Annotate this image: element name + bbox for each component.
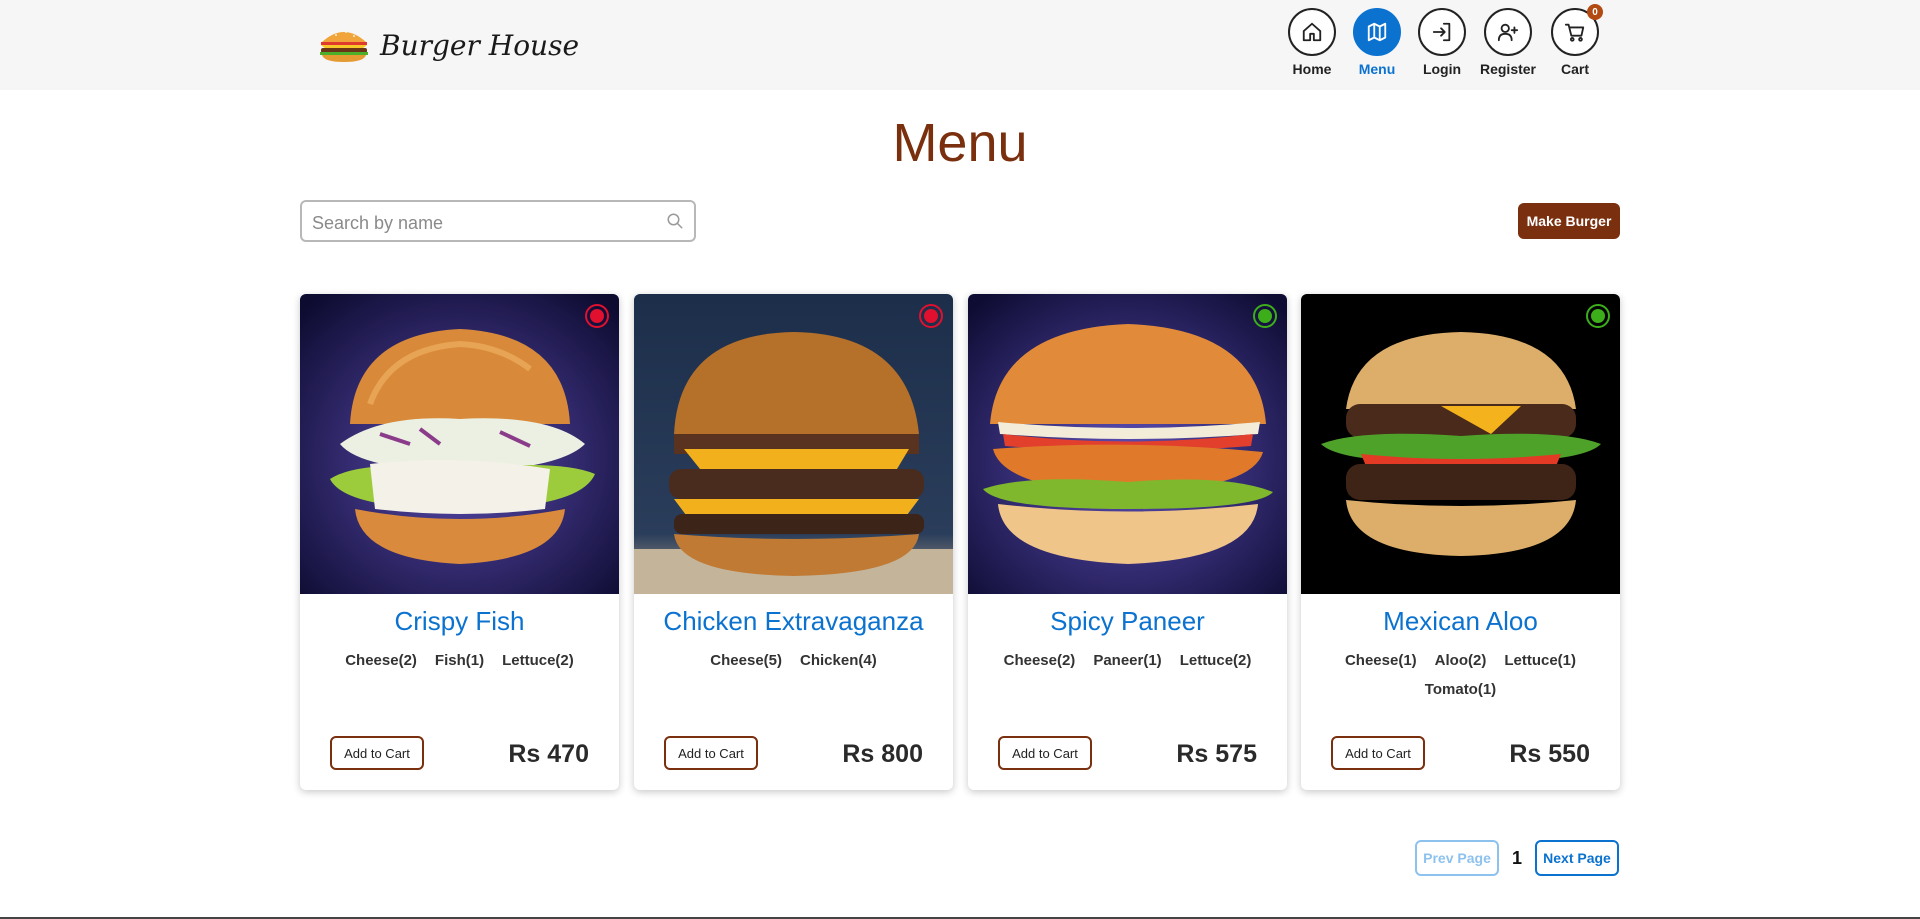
price: Rs 800 bbox=[842, 740, 923, 768]
ingredient: Cheese(5) bbox=[710, 652, 782, 669]
current-page-number: 1 bbox=[1511, 847, 1522, 868]
price: Rs 470 bbox=[508, 740, 589, 768]
nav-menu-label: Menu bbox=[1358, 61, 1396, 77]
nav-login-circle bbox=[1418, 8, 1466, 56]
indicator-dot bbox=[590, 309, 604, 323]
burger-card-grid: Crispy Fish Cheese(2) Fish(1) Lettuce(2)… bbox=[300, 294, 1620, 790]
ingredient-list: Cheese(1) Aloo(2) Lettuce(1) Tomato(1) bbox=[1341, 652, 1580, 698]
login-icon bbox=[1432, 22, 1451, 42]
ingredient: Cheese(2) bbox=[1003, 652, 1076, 669]
brand-name: Burger House bbox=[380, 28, 580, 62]
burger-card: Crispy Fish Cheese(2) Fish(1) Lettuce(2)… bbox=[300, 294, 619, 790]
ingredient-list: Cheese(5) Chicken(4) bbox=[664, 652, 923, 669]
veg-indicator-icon bbox=[1253, 304, 1277, 328]
price: Rs 550 bbox=[1509, 740, 1590, 768]
indicator-dot bbox=[1591, 309, 1605, 323]
make-burger-button[interactable]: Make Burger bbox=[1518, 203, 1620, 239]
next-page-button[interactable]: Next Page bbox=[1535, 840, 1619, 876]
home-icon bbox=[1302, 22, 1322, 42]
burger-name[interactable]: Mexican Aloo bbox=[1301, 606, 1620, 637]
add-to-cart-button[interactable]: Add to Cart bbox=[664, 736, 758, 770]
nav-register-circle bbox=[1484, 8, 1532, 56]
ingredient: Aloo(2) bbox=[1434, 652, 1487, 669]
nav-home-circle bbox=[1288, 8, 1336, 56]
ingredient-list: Cheese(2) Paneer(1) Lettuce(2) bbox=[998, 652, 1257, 669]
nav-menu-circle bbox=[1353, 8, 1401, 56]
page-title: Menu bbox=[892, 113, 1028, 173]
add-to-cart-button[interactable]: Add to Cart bbox=[330, 736, 424, 770]
burger-card: Spicy Paneer Cheese(2) Paneer(1) Lettuce… bbox=[968, 294, 1287, 790]
veg-indicator-icon bbox=[1586, 304, 1610, 328]
map-icon bbox=[1367, 22, 1387, 42]
ingredient: Fish(1) bbox=[434, 652, 485, 669]
search-box bbox=[300, 200, 696, 242]
ingredient: Lettuce(2) bbox=[502, 652, 574, 669]
cart-count-badge: 0 bbox=[1587, 4, 1603, 20]
burger-card: Mexican Aloo Cheese(1) Aloo(2) Lettuce(1… bbox=[1301, 294, 1620, 790]
nav-login[interactable]: Login bbox=[1407, 8, 1477, 77]
nonveg-indicator-icon bbox=[585, 304, 609, 328]
nav-login-label: Login bbox=[1422, 61, 1462, 77]
ingredient: Lettuce(2) bbox=[1179, 652, 1252, 669]
nav-menu[interactable]: Menu bbox=[1342, 8, 1412, 77]
nav-cart-circle: 0 bbox=[1551, 4, 1603, 56]
burger-name[interactable]: Chicken Extravaganza bbox=[634, 606, 953, 637]
nav-cart[interactable]: 0 Cart bbox=[1540, 4, 1610, 77]
ingredient-list: Cheese(2) Fish(1) Lettuce(2) bbox=[330, 652, 589, 669]
ingredient: Cheese(1) bbox=[1344, 652, 1417, 669]
nav-home[interactable]: Home bbox=[1277, 8, 1347, 77]
brand[interactable]: Burger House bbox=[318, 24, 579, 66]
ingredient: Chicken(4) bbox=[800, 652, 877, 669]
burger-card: Chicken Extravaganza Cheese(5) Chicken(4… bbox=[634, 294, 953, 790]
nonveg-indicator-icon bbox=[919, 304, 943, 328]
indicator-dot bbox=[1258, 309, 1272, 323]
add-to-cart-button[interactable]: Add to Cart bbox=[1331, 736, 1425, 770]
burger-name[interactable]: Crispy Fish bbox=[300, 606, 619, 637]
price: Rs 575 bbox=[1176, 740, 1257, 768]
burger-image[interactable] bbox=[1301, 294, 1620, 594]
ingredient: Cheese(2) bbox=[345, 652, 417, 669]
cart-icon bbox=[1564, 23, 1585, 42]
burger-name[interactable]: Spicy Paneer bbox=[968, 606, 1287, 637]
burger-image[interactable] bbox=[300, 294, 619, 594]
prev-page-button[interactable]: Prev Page bbox=[1415, 840, 1499, 876]
ingredient: Paneer(1) bbox=[1093, 652, 1162, 669]
nav-register-label: Register bbox=[1479, 61, 1537, 77]
nav-home-label: Home bbox=[1292, 61, 1332, 77]
add-to-cart-button[interactable]: Add to Cart bbox=[998, 736, 1092, 770]
search-icon[interactable] bbox=[666, 212, 684, 230]
user-plus-icon bbox=[1497, 23, 1519, 42]
ingredient: Lettuce(1) bbox=[1504, 652, 1577, 669]
burger-image[interactable] bbox=[634, 294, 953, 594]
burger-image[interactable] bbox=[968, 294, 1287, 594]
nav-cart-label: Cart bbox=[1560, 61, 1589, 77]
pagination: Prev Page 1 Next Page bbox=[1415, 840, 1619, 876]
navbar: Burger House Home Menu Login Register 0 … bbox=[0, 0, 1920, 90]
nav-register[interactable]: Register bbox=[1473, 8, 1543, 77]
search-input[interactable] bbox=[310, 208, 654, 238]
indicator-dot bbox=[924, 309, 938, 323]
burger-logo-icon bbox=[320, 31, 368, 62]
ingredient: Tomato(1) bbox=[1424, 681, 1497, 698]
